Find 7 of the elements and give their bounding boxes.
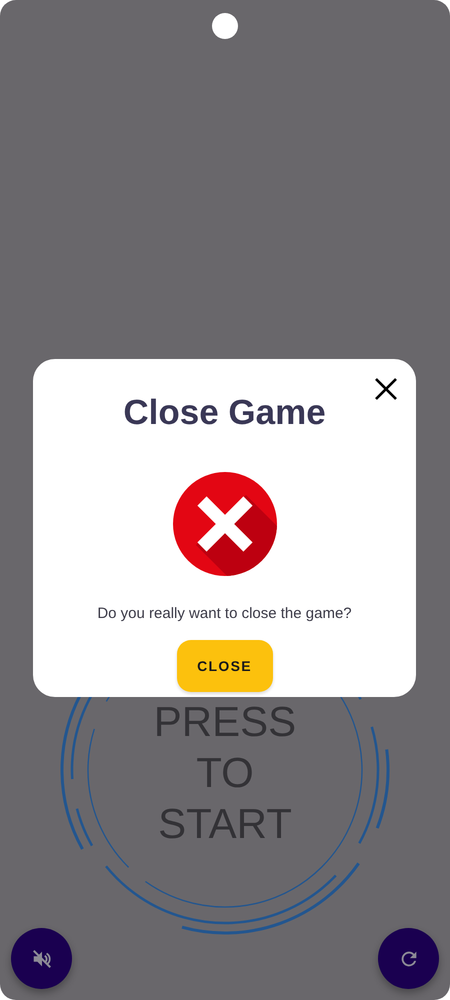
- camera-hole: [212, 13, 238, 39]
- sound-off-icon: [30, 948, 52, 970]
- close-icon[interactable]: [374, 377, 398, 401]
- close-button[interactable]: CLOSE: [176, 640, 272, 692]
- dialog-title: Close Game: [123, 393, 326, 433]
- error-icon: [172, 471, 278, 577]
- dialog-message: Do you really want to close the game?: [97, 605, 352, 622]
